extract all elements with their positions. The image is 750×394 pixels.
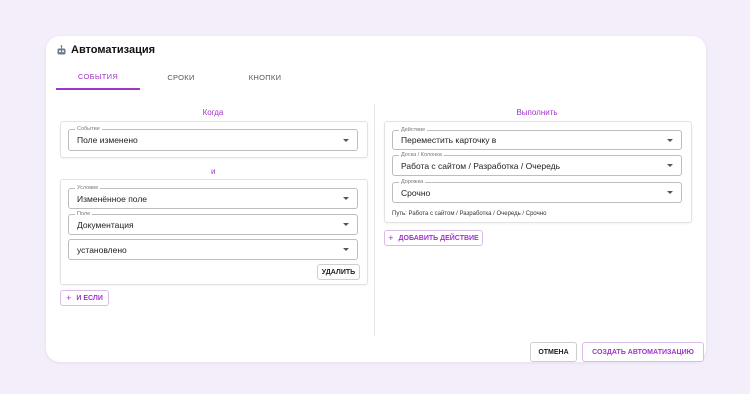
- cancel-button[interactable]: ОТМЕНА: [530, 342, 577, 362]
- dialog-title: Автоматизация: [56, 44, 155, 56]
- chevron-down-icon: [667, 164, 673, 167]
- state-select-value: установлено: [77, 244, 127, 255]
- tab-deadlines[interactable]: СРОКИ: [140, 64, 222, 90]
- board-column-select-value: Работа с сайтом / Разработка / Очередь: [401, 160, 561, 171]
- add-action-label: ДОБАВИТЬ ДЕЙСТВИЕ: [398, 234, 479, 242]
- chevron-down-icon: [343, 248, 349, 251]
- add-action-button[interactable]: + ДОБАВИТЬ ДЕЙСТВИЕ: [384, 230, 483, 246]
- when-heading: Когда: [202, 108, 224, 117]
- event-select-value: Поле изменено: [77, 135, 138, 145]
- chevron-down-icon: [667, 138, 673, 142]
- field-select-value: Документация: [77, 219, 134, 230]
- chevron-down-icon: [343, 223, 349, 226]
- condition-select-value: Изменённое поле: [77, 193, 148, 204]
- tab-bar: СОБЫТИЯ СРОКИ КНОПКИ: [56, 64, 308, 90]
- add-if-button[interactable]: + И ЕСЛИ: [60, 290, 109, 306]
- execute-heading: Выполнить: [516, 108, 558, 117]
- and-label: и: [211, 167, 216, 176]
- condition-select[interactable]: Условие Изменённое поле: [68, 185, 358, 209]
- plus-icon: +: [66, 293, 72, 303]
- lane-select-value: Срочно: [401, 187, 431, 198]
- action-card: Действие Переместить карточку в Доска / …: [384, 121, 692, 223]
- condition-card: Условие Изменённое поле Поле Документаци…: [60, 179, 368, 285]
- delete-condition-button[interactable]: УДАЛИТЬ: [317, 264, 360, 280]
- robot-icon: [56, 44, 67, 56]
- event-card: Событие Поле изменено: [60, 121, 368, 158]
- board-column-select[interactable]: Доска / Колонка Работа с сайтом / Разраб…: [392, 152, 682, 176]
- lane-select[interactable]: Дорожка Срочно: [392, 179, 682, 203]
- add-if-label: И ЕСЛИ: [76, 294, 103, 302]
- column-divider: [374, 104, 375, 336]
- create-automation-button[interactable]: СОЗДАТЬ АВТОМАТИЗАЦИЮ: [582, 342, 704, 362]
- plus-icon: +: [388, 233, 394, 243]
- chevron-down-icon: [343, 197, 349, 200]
- event-select[interactable]: Событие Поле изменено: [68, 126, 358, 151]
- tab-events[interactable]: СОБЫТИЯ: [56, 64, 140, 90]
- chevron-down-icon: [343, 138, 349, 142]
- action-select[interactable]: Действие Переместить карточку в: [392, 127, 682, 150]
- field-select[interactable]: Поле Документация: [68, 211, 358, 235]
- automation-dialog: Автоматизация СОБЫТИЯ СРОКИ КНОПКИ Когда…: [46, 36, 706, 362]
- tab-buttons[interactable]: КНОПКИ: [222, 64, 308, 90]
- action-select-value: Переместить карточку в: [401, 135, 497, 145]
- chevron-down-icon: [667, 191, 673, 194]
- dialog-title-text: Автоматизация: [71, 44, 156, 56]
- destination-path-text: Путь: Работа с сайтом / Разработка / Оче…: [392, 211, 547, 217]
- state-select[interactable]: установлено: [68, 239, 358, 260]
